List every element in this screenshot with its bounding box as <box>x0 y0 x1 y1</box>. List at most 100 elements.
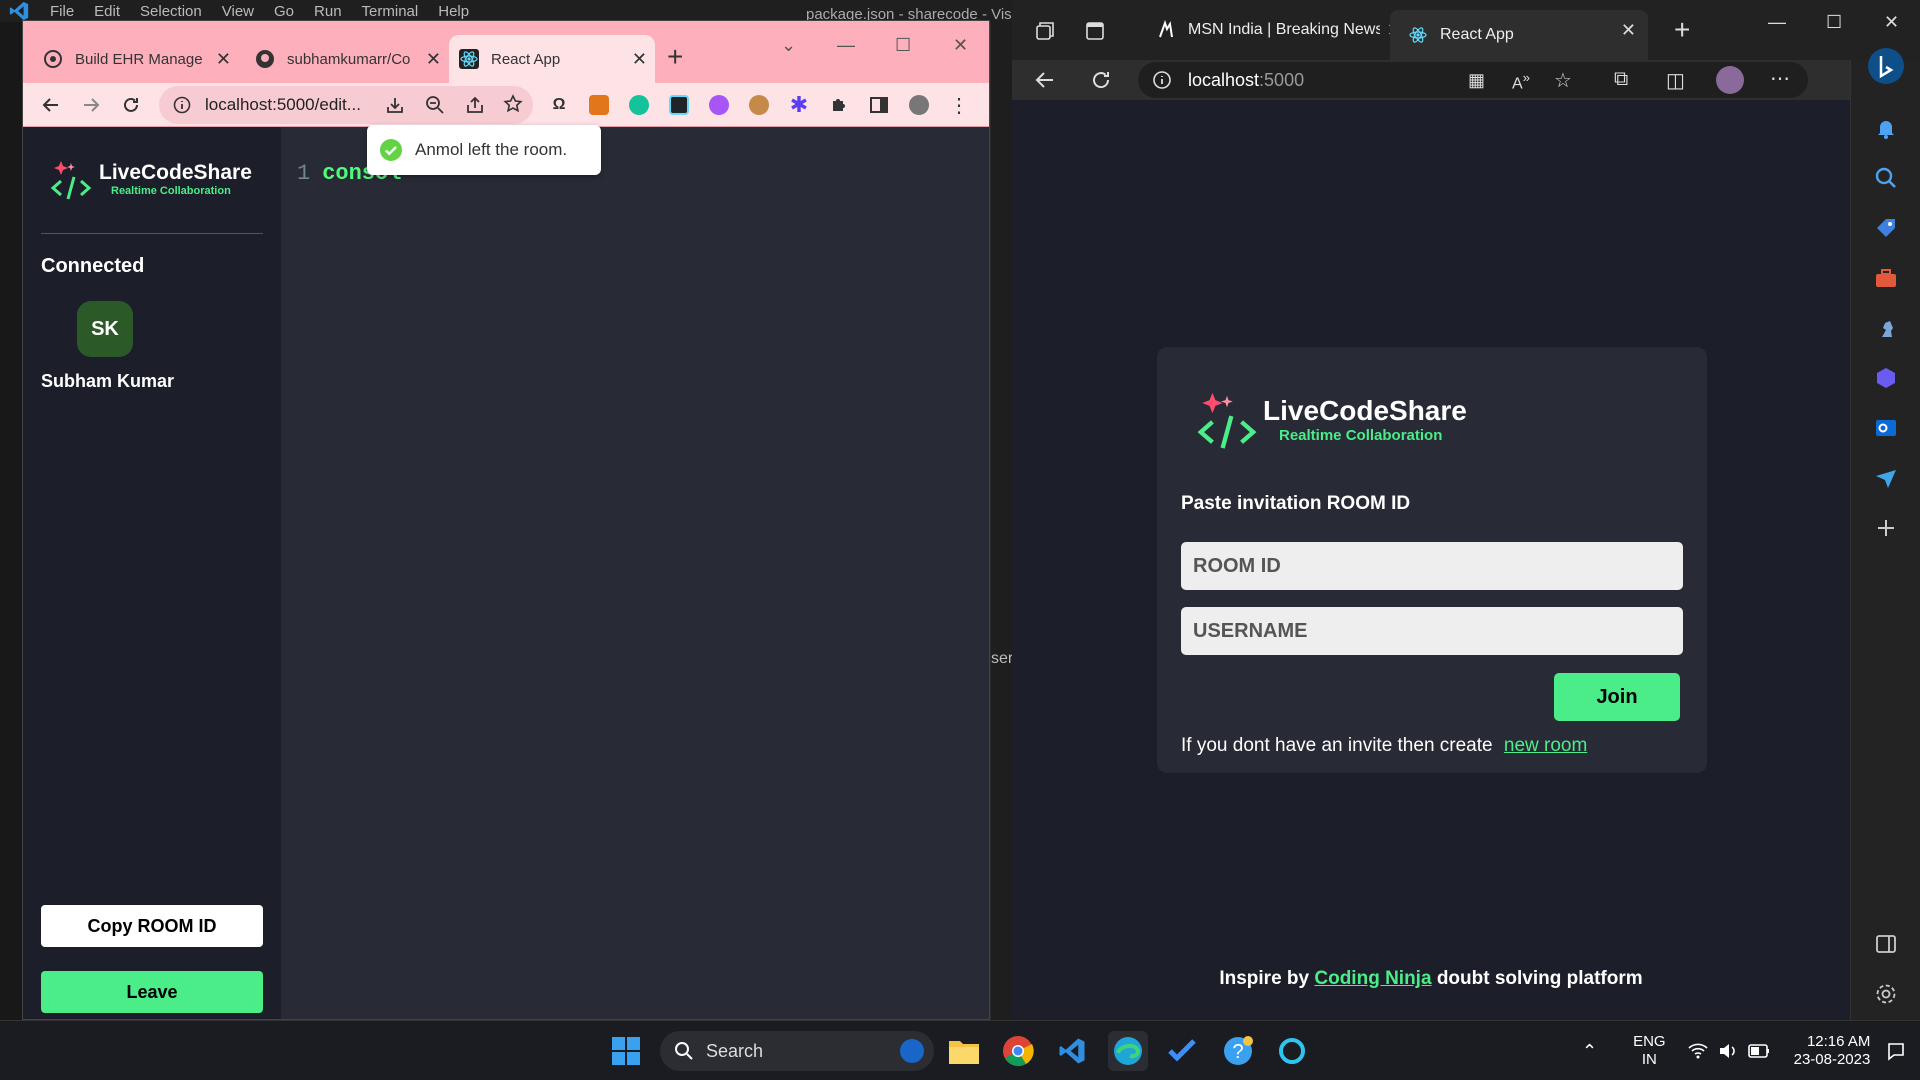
more-menu-icon[interactable]: ⋮ <box>943 89 975 121</box>
search-icon[interactable] <box>1874 166 1898 190</box>
language-indicator[interactable]: ENG IN <box>1633 1033 1666 1069</box>
react-devtools-icon[interactable] <box>663 89 695 121</box>
new-tab-icon[interactable]: + <box>1674 14 1690 46</box>
livecodeshare-editor-page: LiveCodeShare Realtime Collaboration Con… <box>23 127 989 1019</box>
help-app-icon[interactable]: ? <box>1218 1031 1258 1071</box>
back-icon[interactable] <box>1034 69 1056 91</box>
cortana-icon[interactable] <box>1272 1031 1312 1071</box>
bing-chat-icon[interactable] <box>1866 46 1906 86</box>
menu-go[interactable]: Go <box>274 3 294 20</box>
more-menu-icon[interactable]: ⋯ <box>1770 66 1790 91</box>
omega-extension-icon[interactable]: Ω <box>543 89 575 121</box>
owl-extension-icon[interactable] <box>743 89 775 121</box>
minimize-icon[interactable]: — <box>837 35 855 56</box>
close-icon[interactable]: ✕ <box>1621 20 1636 41</box>
clock[interactable]: 12:16 AM 23-08-2023 <box>1794 1033 1871 1069</box>
copilot-icon[interactable] <box>1874 366 1898 390</box>
close-icon[interactable]: ✕ <box>632 49 647 70</box>
read-aloud-icon[interactable]: A» <box>1512 70 1530 93</box>
share-icon[interactable] <box>465 95 485 115</box>
menu-file[interactable]: File <box>50 3 74 20</box>
edge-address-bar[interactable]: localhost:5000 ▦ A» ☆ ⧉ ◫ ⋯ <box>1138 62 1808 98</box>
settings-icon[interactable] <box>1874 982 1898 1006</box>
favorite-star-icon[interactable]: ☆ <box>1554 68 1572 93</box>
edge-tab-msn[interactable]: MSN India | Breaking News, ✕ <box>1140 10 1402 50</box>
tab-actions-icon[interactable] <box>1084 20 1106 42</box>
back-icon[interactable] <box>31 85 71 125</box>
close-icon[interactable]: ✕ <box>216 49 231 70</box>
info-icon[interactable] <box>1152 70 1172 90</box>
bell-icon[interactable] <box>1874 116 1898 140</box>
palette-extension-icon[interactable] <box>703 89 735 121</box>
new-room-link[interactable]: new room <box>1504 735 1587 756</box>
room-id-input[interactable] <box>1181 542 1683 590</box>
taskbar-search[interactable]: Search <box>660 1031 934 1071</box>
todo-app-icon[interactable] <box>1162 1031 1202 1071</box>
star-icon[interactable] <box>503 94 523 114</box>
volume-icon[interactable] <box>1718 1042 1738 1060</box>
close-window-icon[interactable]: ✕ <box>1884 12 1899 33</box>
workspaces-icon[interactable] <box>1034 20 1056 42</box>
reload-icon[interactable] <box>1090 69 1112 91</box>
menu-run[interactable]: Run <box>314 3 342 20</box>
install-icon[interactable] <box>385 95 405 115</box>
menu-help[interactable]: Help <box>438 3 469 20</box>
footer-suffix: doubt solving platform <box>1436 968 1643 989</box>
forward-icon[interactable] <box>71 85 111 125</box>
chrome-tab-ehr[interactable]: Build EHR Manager ✕ <box>33 35 239 83</box>
edge-tabstrip: MSN India | Breaking News, ✕ React App ✕… <box>1012 0 1920 60</box>
notification-icon[interactable] <box>1886 1041 1906 1061</box>
reload-icon[interactable] <box>111 85 151 125</box>
maximize-icon[interactable]: ☐ <box>895 35 911 56</box>
minimize-icon[interactable]: — <box>1768 12 1786 33</box>
zoom-icon[interactable] <box>425 95 445 115</box>
edge-app-icon[interactable] <box>1108 1031 1148 1071</box>
menu-selection[interactable]: Selection <box>140 3 202 20</box>
split-screen-icon[interactable]: ◫ <box>1666 68 1685 93</box>
chrome-app-icon[interactable] <box>998 1031 1038 1071</box>
maximize-icon[interactable]: ☐ <box>1826 12 1842 33</box>
grammarly-extension-icon[interactable] <box>623 89 655 121</box>
edge-tab-react-app[interactable]: React App ✕ <box>1390 10 1648 60</box>
toolbox-icon[interactable] <box>1874 266 1898 290</box>
chevron-up-icon[interactable]: ⌃ <box>1582 1041 1597 1062</box>
check-circle-icon <box>380 139 402 161</box>
menu-terminal[interactable]: Terminal <box>362 3 419 20</box>
menu-edit[interactable]: Edit <box>94 3 120 20</box>
puzzle-icon[interactable] <box>823 89 855 121</box>
new-tab-button[interactable]: + <box>667 41 683 73</box>
join-button[interactable]: Join <box>1554 673 1680 721</box>
chrome-tab-react-app[interactable]: React App ✕ <box>449 35 655 83</box>
extensions-icon[interactable]: ⧉ <box>1614 68 1628 91</box>
add-icon[interactable] <box>1874 516 1898 540</box>
chrome-tabstrip: Build EHR Manager ✕ subhamkumarr/Co ✕ Re… <box>23 21 989 83</box>
profile-avatar[interactable] <box>903 89 935 121</box>
snowflake-extension-icon[interactable]: ✱ <box>783 89 815 121</box>
close-window-icon[interactable]: ✕ <box>953 35 968 56</box>
tag-icon[interactable] <box>1874 216 1898 240</box>
chess-icon[interactable] <box>1874 316 1898 340</box>
file-explorer-icon[interactable] <box>944 1031 984 1071</box>
wifi-icon[interactable] <box>1688 1042 1708 1060</box>
send-icon[interactable] <box>1874 466 1898 490</box>
app-available-icon[interactable]: ▦ <box>1468 70 1485 91</box>
side-panel-icon[interactable] <box>863 89 895 121</box>
outlook-icon[interactable] <box>1874 416 1898 440</box>
copy-room-id-button[interactable]: Copy ROOM ID <box>41 905 263 947</box>
sidebar-toggle-icon[interactable] <box>1874 932 1898 956</box>
chrome-address-bar[interactable]: localhost:5000/edit... <box>159 86 533 124</box>
close-icon[interactable]: ✕ <box>426 49 441 70</box>
chrome-tab-github[interactable]: subhamkumarr/Co ✕ <box>245 35 449 83</box>
vscode-app-icon[interactable] <box>1052 1031 1092 1071</box>
leave-button[interactable]: Leave <box>41 971 263 1013</box>
coding-ninja-link[interactable]: Coding Ninja <box>1314 968 1431 989</box>
username-input[interactable] <box>1181 607 1683 655</box>
battery-icon[interactable] <box>1747 1044 1770 1058</box>
windows-start-icon[interactable] <box>606 1031 646 1071</box>
menu-view[interactable]: View <box>222 3 254 20</box>
profile-avatar[interactable] <box>1716 66 1744 94</box>
info-icon[interactable] <box>173 96 191 114</box>
chevron-down-icon[interactable]: ⌄ <box>781 35 796 56</box>
code-editor[interactable]: 1 consol <box>281 127 989 1019</box>
metamask-extension-icon[interactable] <box>583 89 615 121</box>
